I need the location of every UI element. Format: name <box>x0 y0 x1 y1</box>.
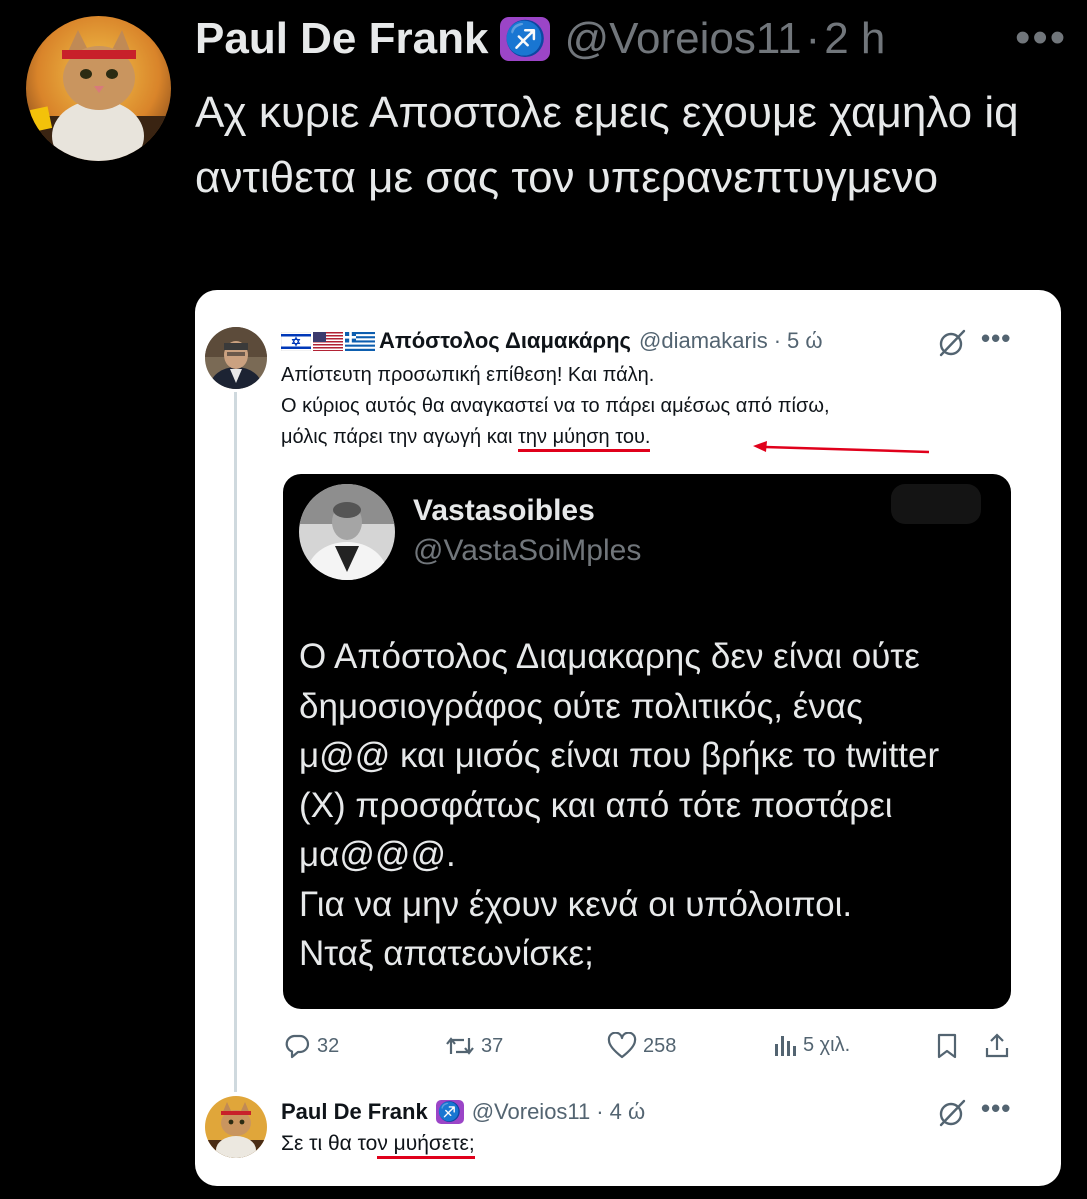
quoted-tweet-header: Απόστολος Διαμακάρης @diamakaris · 5 ώ <box>281 326 823 356</box>
red-arrow-annotation <box>753 441 930 454</box>
reply-more-icon[interactable]: ••• <box>981 1095 1011 1121</box>
views-icon <box>775 1036 796 1056</box>
embedded-text-line: μα@@@. <box>299 835 456 874</box>
reply-tweet-header: Paul De Frank ♐ @Voreios11 · 4 ώ <box>281 1096 645 1128</box>
greece-flag-icon <box>345 331 375 351</box>
israel-flag-icon <box>281 331 311 351</box>
embedded-text-line: (X) προσφάτως και από τότε ποστάρει <box>299 785 893 825</box>
quoted-text-line: Ο κύριος αυτός θα αναγκαστεί να το πάρει… <box>281 395 830 417</box>
reply-handle[interactable]: @Voreios11 <box>472 1099 591 1125</box>
grok-icon[interactable] <box>937 328 967 358</box>
reply-count: 32 <box>317 1034 340 1057</box>
embedded-blurred-button <box>891 484 981 524</box>
grok-icon[interactable] <box>937 1098 967 1128</box>
outer-avatar[interactable] <box>26 16 171 161</box>
views-button[interactable]: 5 χιλ. <box>773 1032 850 1058</box>
views-count: 5 χιλ. <box>803 1033 851 1056</box>
reply-timestamp[interactable]: 4 ώ <box>610 1099 646 1125</box>
reply-icon <box>285 1034 310 1059</box>
quoted-timestamp[interactable]: 5 ώ <box>787 328 823 354</box>
sagittarius-badge-icon: ♐ <box>435 1100 464 1124</box>
embedded-text-line: Για να μην έχουν κενά οι υπόλοιποι. <box>299 884 853 924</box>
outer-more-icon[interactable]: ••• <box>1015 16 1067 60</box>
quoted-separator: · <box>773 328 782 353</box>
quoted-handle[interactable]: @diamakaris <box>639 328 768 354</box>
reply-text-prefix: Σε τι θα το <box>281 1132 378 1155</box>
quoted-text-line: Απίστευτη προσωπική επίθεση! Και πάλη. <box>281 364 655 386</box>
heart-icon <box>607 1032 637 1059</box>
quoted-more-icon[interactable]: ••• <box>981 325 1011 351</box>
reply-avatar[interactable] <box>205 1096 267 1158</box>
quoted-avatar[interactable] <box>205 327 267 389</box>
outer-handle[interactable]: @Voreios11 <box>564 14 801 64</box>
reply-tweet-text: Σε τι θα τον μυήσετε; <box>281 1132 475 1159</box>
embedded-text-line: μ@@ και μισός είναι που βρήκε το twitter <box>299 736 940 775</box>
underlined-phrase: ν μυήσετε; <box>377 1132 475 1159</box>
reply-separator: · <box>596 1099 604 1124</box>
outer-timestamp[interactable]: 2 h <box>824 14 885 64</box>
quoted-display-name[interactable]: Απόστολος Διαμακάρης <box>379 328 631 354</box>
embedded-text-line: Ο Απόστολος Διαμακαρης δεν είναι ούτε <box>299 637 920 676</box>
bookmark-icon <box>937 1033 957 1059</box>
like-button[interactable]: 258 <box>607 1032 676 1060</box>
outer-separator: · <box>805 14 821 63</box>
embedded-handle: @VastaSoiMples <box>413 534 642 567</box>
outer-tweet-header: Paul De Frank ♐ @Voreios11 · 2 h <box>195 10 885 68</box>
embedded-display-name: Vastasoibles <box>413 494 595 527</box>
like-count: 258 <box>643 1034 677 1057</box>
share-button[interactable] <box>983 1032 1017 1060</box>
embedded-tweet-text: Ο Απόστολος Διαμακαρης δεν είναι ούτε δη… <box>299 632 999 979</box>
bookmark-button[interactable] <box>935 1032 965 1060</box>
thread-line <box>234 392 237 1092</box>
usa-flag-icon <box>313 331 343 351</box>
reply-display-name[interactable]: Paul De Frank <box>281 1099 428 1125</box>
repost-count: 37 <box>481 1034 504 1057</box>
outer-tweet-text: Αχ κυριε Αποστολε εμεις εχουμε χαμηλο iq… <box>195 88 1019 202</box>
outer-display-name[interactable]: Paul De Frank <box>195 14 488 64</box>
embedded-text-line: Νταξ απατεωνίσκε; <box>299 934 594 973</box>
embedded-text-line: δημοσιογράφος ούτε πολιτικός, ένας <box>299 686 863 726</box>
underlined-phrase: την μύηση του. <box>518 426 651 452</box>
embedded-avatar <box>299 484 395 580</box>
embedded-image[interactable]: Vastasoibles @VastaSoiMples Ο Απόστολος … <box>283 474 1011 1009</box>
attached-screenshot[interactable]: Απόστολος Διαμακάρης @diamakaris · 5 ώ •… <box>195 290 1061 1186</box>
reply-button[interactable]: 32 <box>283 1032 339 1060</box>
quoted-text-prefix: μόλις πάρει την αγωγή και <box>281 426 519 448</box>
repost-button[interactable]: 37 <box>445 1032 503 1060</box>
sagittarius-badge-icon: ♐ <box>500 17 551 61</box>
repost-icon <box>446 1037 474 1055</box>
share-icon <box>985 1033 1009 1058</box>
